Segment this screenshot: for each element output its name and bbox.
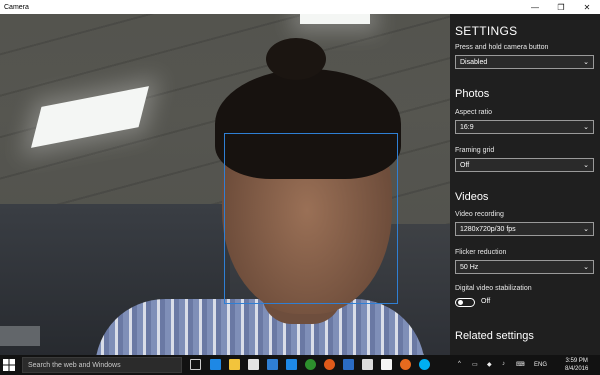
video-recording-label: Video recording <box>455 211 504 218</box>
face-detection-box <box>224 133 398 304</box>
movies-icon[interactable] <box>343 359 354 370</box>
search-placeholder: Search the web and Windows <box>28 361 121 369</box>
taskbar-clock[interactable]: 3:59 PM 8/4/2016 <box>565 357 588 373</box>
taskbar-search-box[interactable]: Search the web and Windows <box>22 357 182 373</box>
aspect-ratio-value: 16:9 <box>460 123 474 131</box>
clock-date: 8/4/2016 <box>565 366 589 372</box>
volume-icon[interactable]: ♪ <box>502 361 505 367</box>
framing-grid-value: Off <box>460 161 470 169</box>
keyboard-icon[interactable]: ⌨ <box>516 361 525 368</box>
toggle-knob <box>458 300 463 305</box>
press-hold-dropdown[interactable]: Disabled ⌄ <box>455 55 594 69</box>
battery-icon[interactable]: ▭ <box>472 361 478 368</box>
stabilization-label: Digital video stabilization <box>455 285 532 292</box>
videos-heading: Videos <box>455 191 489 203</box>
related-settings-heading: Related settings <box>455 330 534 342</box>
minimize-button[interactable]: — <box>522 0 548 14</box>
close-button[interactable]: ✕ <box>574 0 600 14</box>
skype-icon[interactable] <box>419 359 430 370</box>
framing-grid-label: Framing grid <box>455 147 495 154</box>
edge-icon[interactable] <box>210 359 221 370</box>
settings-heading: SETTINGS <box>455 24 518 38</box>
video-recording-value: 1280x720p/30 fps <box>460 225 516 233</box>
framing-grid-dropdown[interactable]: Off ⌄ <box>455 158 594 172</box>
chevron-down-icon: ⌄ <box>583 162 589 169</box>
chevron-down-icon: ⌄ <box>583 226 589 233</box>
file-explorer-icon[interactable] <box>229 359 240 370</box>
clock-time: 3:59 PM <box>565 358 588 364</box>
tray-chevron-icon[interactable]: ^ <box>458 361 461 367</box>
window-controls: — ❐ ✕ <box>522 0 600 14</box>
chevron-down-icon: ⌄ <box>583 59 589 66</box>
flicker-reduction-label: Flicker reduction <box>455 249 507 256</box>
firefox-icon[interactable] <box>400 359 411 370</box>
flicker-reduction-value: 50 Hz <box>460 263 479 271</box>
title-bar: Camera — ❐ ✕ <box>0 0 600 14</box>
aspect-ratio-label: Aspect ratio <box>455 109 492 116</box>
person-shirt <box>95 299 425 355</box>
stabilization-toggle[interactable] <box>455 298 475 307</box>
ceiling-light <box>300 14 370 24</box>
chevron-down-icon: ⌄ <box>583 124 589 131</box>
flicker-reduction-dropdown[interactable]: 50 Hz ⌄ <box>455 260 594 274</box>
groove-music-icon[interactable] <box>324 359 335 370</box>
network-icon[interactable]: ◆ <box>487 361 492 368</box>
paint-icon[interactable] <box>381 359 392 370</box>
windows-start-icon[interactable] <box>3 359 15 371</box>
language-indicator[interactable]: ENG <box>534 362 547 368</box>
office-shelf <box>0 326 40 346</box>
chevron-down-icon: ⌄ <box>583 264 589 271</box>
task-view-icon[interactable] <box>190 359 201 370</box>
xbox-icon[interactable] <box>305 359 316 370</box>
photos-heading: Photos <box>455 88 490 100</box>
settings-panel: SETTINGS Press and hold camera button Di… <box>450 14 600 355</box>
stabilization-state: Off <box>481 298 491 305</box>
press-hold-value: Disabled <box>460 58 488 66</box>
window-title: Camera <box>4 3 29 11</box>
press-hold-label: Press and hold camera button <box>455 44 549 51</box>
store-icon[interactable] <box>248 359 259 370</box>
person-hair-bun <box>266 38 326 80</box>
maximize-button[interactable]: ❐ <box>548 0 574 14</box>
photos-icon[interactable] <box>286 359 297 370</box>
aspect-ratio-dropdown[interactable]: 16:9 ⌄ <box>455 120 594 134</box>
mail-icon[interactable] <box>267 359 278 370</box>
taskbar: Search the web and Windows ^ ▭ ◆ ♪ ⌨ ENG… <box>0 355 600 375</box>
camera-preview[interactable] <box>0 14 450 355</box>
camera-icon[interactable] <box>362 359 373 370</box>
video-recording-dropdown[interactable]: 1280x720p/30 fps ⌄ <box>455 222 594 236</box>
